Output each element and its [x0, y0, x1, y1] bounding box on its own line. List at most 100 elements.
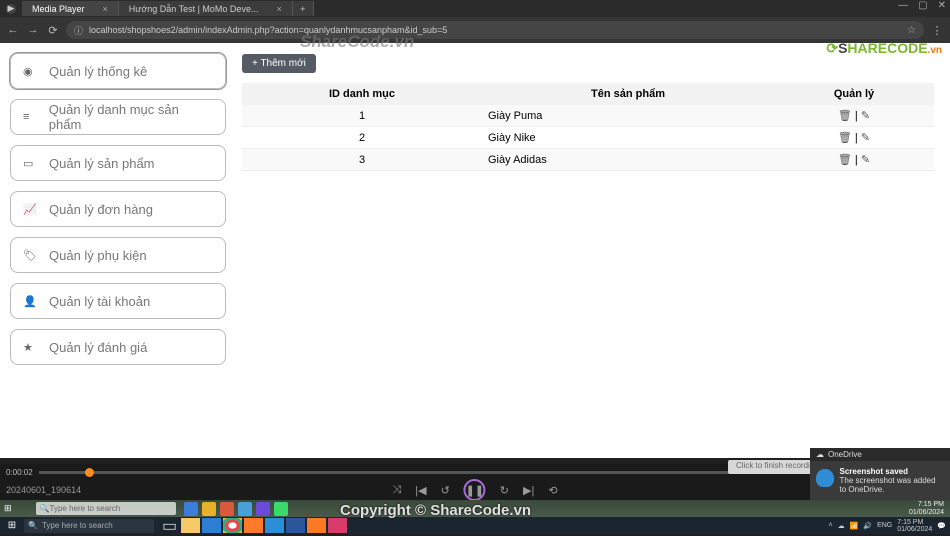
- sidebar-item-label: Quản lý đơn hàng: [49, 202, 153, 217]
- explorer-icon[interactable]: [181, 518, 200, 533]
- tab-momo[interactable]: Hướng Dẫn Test | MoMo Deve...×: [119, 1, 293, 16]
- vscode-icon[interactable]: [265, 518, 284, 533]
- user-icon: 👤: [23, 295, 41, 308]
- reload-button[interactable]: ⟳: [46, 24, 60, 37]
- sidebar-item-sanpham[interactable]: ▭Quản lý sản phẩm: [10, 145, 226, 181]
- cell-name: Giày Nike: [482, 127, 774, 149]
- app-icon[interactable]: [220, 502, 234, 516]
- maximize-button[interactable]: ▢: [918, 0, 927, 11]
- onedrive-icon: ☁: [816, 450, 824, 459]
- sidebar-item-taikhoan[interactable]: 👤 Quản lý tài khoản: [10, 283, 226, 319]
- delete-icon[interactable]: 🗑: [838, 110, 852, 122]
- onedrive-tray-icon[interactable]: ☁: [838, 522, 845, 530]
- volume-tray-icon[interactable]: 🔊: [863, 522, 872, 530]
- toast-header: ☁ OneDrive: [810, 448, 950, 461]
- sidebar-item-label: Quản lý sản phẩm: [49, 156, 155, 171]
- site-info-icon[interactable]: ⓘ: [74, 24, 83, 37]
- add-button[interactable]: + Thêm mới: [242, 54, 316, 73]
- sidebar-item-thongke[interactable]: ◉Quản lý thống kê: [10, 53, 226, 89]
- back-button[interactable]: ←: [6, 24, 20, 36]
- app-icon[interactable]: [202, 502, 216, 516]
- taskbar-search[interactable]: 🔍 Type here to search: [24, 519, 154, 533]
- bookmark-icon[interactable]: ☆: [907, 25, 916, 36]
- edit-icon[interactable]: ✎: [861, 132, 870, 144]
- table-header-row: ID danh mục Tên sản phẩm Quản lý: [242, 83, 934, 105]
- system-tray[interactable]: ˄ ☁ 📶 🔊 ENG 7:15 PM01/06/2024 💬: [829, 519, 946, 533]
- app-icon: ▶: [6, 4, 16, 14]
- clock-blur: 7:15 PM01/06/2024: [909, 501, 944, 517]
- tab-media-player[interactable]: Media Player×: [22, 1, 119, 16]
- app-icon[interactable]: [274, 502, 288, 516]
- browser-toolbar: ← → ⟳ ⓘ localhost/shopshoes2/admin/index…: [0, 17, 950, 43]
- edge-icon[interactable]: [202, 518, 221, 533]
- search-placeholder: Type here to search: [42, 521, 113, 530]
- shuffle-icon[interactable]: ⤨: [392, 484, 401, 497]
- toast-app: OneDrive: [828, 450, 862, 459]
- search-box-blur[interactable]: 🔍 Type here to search: [36, 502, 176, 515]
- firefox-icon[interactable]: [244, 518, 263, 533]
- seek-handle[interactable]: [85, 468, 94, 477]
- new-tab-button[interactable]: +: [293, 1, 314, 16]
- next-icon[interactable]: ▶|: [523, 484, 534, 497]
- windows-taskbar: ⊞ 🔍 Type here to search ▭ ˄ ☁ 📶 🔊 ENG 7:…: [0, 517, 950, 534]
- address-bar[interactable]: ⓘ localhost/shopshoes2/admin/indexAdmin.…: [66, 21, 924, 39]
- extensions-icon[interactable]: ⋮: [930, 24, 944, 37]
- category-table: ID danh mục Tên sản phẩm Quản lý 1 Giày …: [242, 83, 934, 171]
- toast-title: Screenshot saved: [840, 467, 944, 476]
- notification-icon[interactable]: 💬: [937, 522, 946, 530]
- lang-icon[interactable]: ENG: [877, 522, 892, 529]
- wifi-icon[interactable]: 📶: [850, 522, 859, 530]
- sidebar-item-phukien[interactable]: 🏷 Quản lý phụ kiện: [10, 237, 226, 273]
- task-view-icon[interactable]: ▭: [160, 518, 179, 533]
- forward-icon[interactable]: ↻: [500, 484, 509, 497]
- xampp-icon[interactable]: [307, 518, 326, 533]
- browser-tabs: Media Player× Hướng Dẫn Test | MoMo Deve…: [22, 1, 314, 16]
- word-icon[interactable]: [286, 518, 305, 533]
- tray-chevron-icon[interactable]: ˄: [829, 522, 833, 529]
- forward-button[interactable]: →: [26, 24, 40, 36]
- delete-icon[interactable]: 🗑: [838, 154, 852, 166]
- tag-icon: 🏷: [23, 249, 41, 262]
- app-icon[interactable]: [238, 502, 252, 516]
- sidebar-item-danhmuc[interactable]: ≡ Quản lý danh mục sản phẩm: [10, 99, 226, 135]
- chart-icon: 📈: [23, 203, 41, 216]
- media-control-bar: 20240601_190614 ⤨ |◀ ↺ ❚❚ ↻ ▶| ⟲ ✎ ❚❚ ● …: [0, 480, 950, 500]
- app-icon[interactable]: [184, 502, 198, 516]
- start-button[interactable]: ⊞: [4, 518, 20, 534]
- cell-name: Giày Puma: [482, 105, 774, 127]
- sidebar-item-label: Quản lý đánh giá: [49, 340, 147, 355]
- cell-id: 2: [242, 127, 482, 149]
- close-icon[interactable]: ×: [276, 4, 281, 14]
- sidebar-item-label: Quản lý danh mục sản phẩm: [49, 102, 213, 132]
- prev-icon[interactable]: |◀: [415, 484, 426, 497]
- close-icon[interactable]: ×: [103, 4, 108, 14]
- sidebar-item-danhgia[interactable]: ★Quản lý đánh giá: [10, 329, 226, 365]
- chrome-icon[interactable]: [223, 518, 242, 533]
- sidebar-item-label: Quản lý tài khoản: [49, 294, 150, 309]
- cell-id: 3: [242, 149, 482, 171]
- minimize-button[interactable]: —: [898, 0, 908, 11]
- sidebar-item-label: Quản lý phụ kiện: [49, 248, 147, 263]
- toast-body-text: The screenshot was added to OneDrive.: [840, 476, 936, 494]
- watermark-top: ShareCode.vn: [300, 32, 414, 52]
- window-titlebar: ▶ Media Player× Hướng Dẫn Test | MoMo De…: [0, 0, 950, 17]
- list-icon: ≡: [23, 111, 41, 123]
- start-icon[interactable]: ⊞: [4, 503, 12, 514]
- onedrive-toast[interactable]: ☁ OneDrive Screenshot savedThe screenshot…: [810, 448, 950, 500]
- table-row: 3 Giày Adidas 🗑 | ✎: [242, 149, 934, 171]
- delete-icon[interactable]: 🗑: [838, 132, 852, 144]
- app-icon[interactable]: [256, 502, 270, 516]
- rewind-icon[interactable]: ↺: [441, 484, 450, 497]
- sidebar-item-donhang[interactable]: 📈 Quản lý đơn hàng: [10, 191, 226, 227]
- edit-icon[interactable]: ✎: [861, 110, 870, 122]
- sidebar-item-label: Quản lý thống kê: [49, 64, 147, 79]
- close-button[interactable]: ✕: [938, 0, 946, 11]
- table-row: 2 Giày Nike 🗑 | ✎: [242, 127, 934, 149]
- col-name-header: Tên sản phẩm: [482, 83, 774, 105]
- edit-icon[interactable]: ✎: [861, 154, 870, 166]
- play-pause-button[interactable]: ❚❚: [464, 479, 486, 501]
- clock[interactable]: 7:15 PM01/06/2024: [897, 519, 932, 533]
- media-icon[interactable]: [328, 518, 347, 533]
- media-title: 20240601_190614: [6, 485, 81, 495]
- repeat-icon[interactable]: ⟲: [548, 484, 557, 497]
